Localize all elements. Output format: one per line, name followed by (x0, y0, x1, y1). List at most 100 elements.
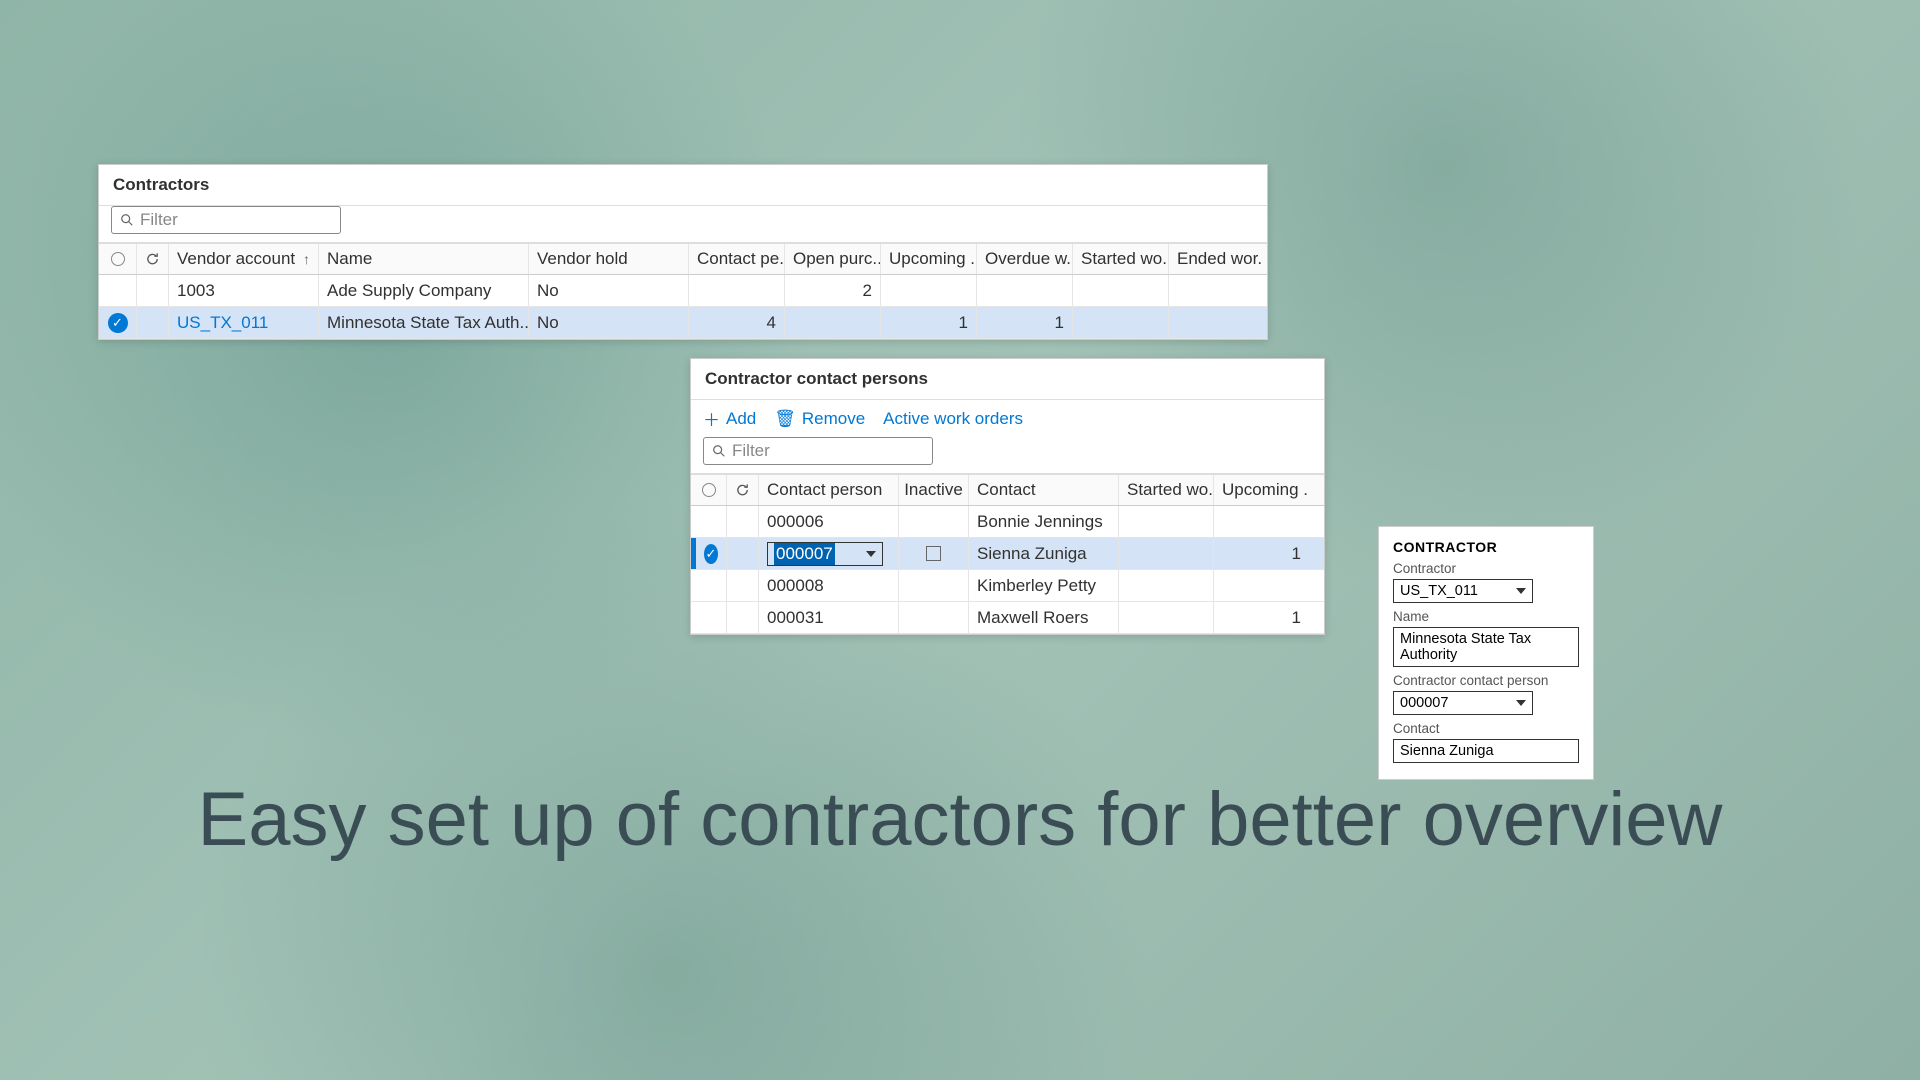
cell-contact-pe (689, 275, 785, 306)
table-row[interactable]: ✓ US_TX_011Minnesota State Tax Auth...No4… (99, 307, 1267, 339)
col-inactive[interactable]: Inactive (899, 475, 969, 505)
cell-inactive[interactable] (899, 506, 969, 537)
cell-started (1119, 506, 1214, 537)
table-row[interactable]: ✓ 000007 Sienna Zuniga 1 (691, 538, 1324, 570)
row-select[interactable]: ✓ (99, 307, 137, 338)
cell-upcoming: 1 (1214, 538, 1309, 569)
name-field[interactable]: Minnesota State Tax Authority (1393, 627, 1579, 667)
cell-contact: Sienna Zuniga (969, 538, 1119, 569)
contacts-toolbar: ＋Add 🗑Remove Active work orders (691, 400, 1324, 437)
cell-vendor-account[interactable]: US_TX_011 (169, 307, 319, 338)
contacts-grid: Contact person Inactive Contact Started … (691, 473, 1324, 634)
add-button[interactable]: ＋Add (703, 406, 756, 431)
cell-contact: Kimberley Petty (969, 570, 1119, 601)
contact-person-dropdown[interactable]: 000007 (767, 542, 883, 566)
contractor-card: CONTRACTOR Contractor US_TX_011 Name Min… (1378, 526, 1594, 780)
search-icon (120, 213, 134, 227)
contact-label: Contact (1393, 721, 1579, 736)
refresh-button[interactable] (727, 475, 759, 505)
card-heading: CONTRACTOR (1393, 539, 1579, 555)
table-row[interactable]: 000006 Bonnie Jennings (691, 506, 1324, 538)
refresh-button[interactable] (137, 244, 169, 274)
col-contact-pe[interactable]: Contact pe... (689, 244, 785, 274)
cell-contact-person[interactable]: 000006 (759, 506, 899, 537)
select-all[interactable] (691, 475, 727, 505)
contractors-grid: Vendor account↑ Name Vendor hold Contact… (99, 242, 1267, 339)
row-select[interactable] (696, 506, 727, 537)
contractor-dropdown[interactable]: US_TX_011 (1393, 579, 1533, 603)
row-spacer (137, 307, 169, 338)
col-vendor-hold[interactable]: Vendor hold (529, 244, 689, 274)
cell-started (1073, 275, 1169, 306)
cell-upcoming: 1 (881, 307, 977, 338)
cell-started (1073, 307, 1169, 338)
cell-ended (1169, 275, 1261, 306)
col-contact[interactable]: Contact (969, 475, 1119, 505)
col-started[interactable]: Started wo... (1119, 475, 1214, 505)
row-spacer (727, 602, 759, 633)
inactive-checkbox[interactable] (926, 546, 941, 561)
col-upcoming[interactable]: Upcoming ... (881, 244, 977, 274)
refresh-icon (145, 251, 160, 267)
contact-field[interactable]: Sienna Zuniga (1393, 739, 1579, 763)
row-spacer (727, 506, 759, 537)
cell-contact: Maxwell Roers (969, 602, 1119, 633)
cell-contact-person[interactable]: 000008 (759, 570, 899, 601)
contractors-title: Contractors (99, 165, 1267, 206)
ccp-label: Contractor contact person (1393, 673, 1579, 688)
cell-contact-person[interactable]: 000031 (759, 602, 899, 633)
cell-open-purc: 2 (785, 275, 881, 306)
refresh-icon (735, 482, 750, 498)
cell-vendor-hold: No (529, 307, 689, 338)
search-icon (712, 444, 726, 458)
contacts-filter-input[interactable]: Filter (703, 437, 933, 465)
contacts-panel: Contractor contact persons ＋Add 🗑Remove … (690, 358, 1325, 635)
cell-contact-person[interactable]: 000007 (759, 538, 899, 569)
cell-ended (1169, 307, 1261, 338)
cell-name: Minnesota State Tax Auth... (319, 307, 529, 338)
row-select[interactable]: ✓ (696, 538, 727, 569)
row-select[interactable] (696, 602, 727, 633)
col-name[interactable]: Name (319, 244, 529, 274)
cell-inactive[interactable] (899, 570, 969, 601)
contacts-header-row: Contact person Inactive Contact Started … (691, 474, 1324, 506)
plus-icon: ＋ (703, 406, 720, 431)
col-contact-person[interactable]: Contact person (759, 475, 899, 505)
col-ended[interactable]: Ended wor... (1169, 244, 1261, 274)
cell-started (1119, 602, 1214, 633)
row-spacer (727, 570, 759, 601)
col-open-purc[interactable]: Open purc... (785, 244, 881, 274)
cell-started (1119, 538, 1214, 569)
col-vendor-account[interactable]: Vendor account↑ (169, 244, 319, 274)
cell-inactive[interactable] (899, 602, 969, 633)
cell-contact: Bonnie Jennings (969, 506, 1119, 537)
row-select[interactable] (696, 570, 727, 601)
cell-overdue: 1 (977, 307, 1073, 338)
cell-overdue (977, 275, 1073, 306)
col-upcoming[interactable]: Upcoming ... (1214, 475, 1309, 505)
contractor-label: Contractor (1393, 561, 1579, 576)
tagline: Easy set up of contractors for better ov… (0, 780, 1920, 860)
table-row[interactable]: 000008 Kimberley Petty (691, 570, 1324, 602)
cell-upcoming (1214, 506, 1309, 537)
cell-upcoming: 1 (1214, 602, 1309, 633)
row-select[interactable] (99, 275, 137, 306)
table-row[interactable]: 1003Ade Supply CompanyNo2 (99, 275, 1267, 307)
active-work-orders-button[interactable]: Active work orders (883, 409, 1023, 429)
row-spacer (137, 275, 169, 306)
row-spacer (727, 538, 759, 569)
cell-inactive[interactable] (899, 538, 969, 569)
select-all[interactable] (99, 244, 137, 274)
cell-vendor-account: 1003 (169, 275, 319, 306)
col-started[interactable]: Started wo... (1073, 244, 1169, 274)
cell-contact-pe: 4 (689, 307, 785, 338)
remove-button[interactable]: 🗑Remove (774, 409, 865, 429)
table-row[interactable]: 000031 Maxwell Roers 1 (691, 602, 1324, 634)
filter-placeholder: Filter (140, 210, 178, 230)
ccp-dropdown[interactable]: 000007 (1393, 691, 1533, 715)
contractors-filter-input[interactable]: Filter (111, 206, 341, 234)
sort-asc-icon: ↑ (303, 251, 310, 267)
col-overdue[interactable]: Overdue w... (977, 244, 1073, 274)
cell-vendor-hold: No (529, 275, 689, 306)
contractors-panel: Contractors Filter Vendor account↑ Name … (98, 164, 1268, 340)
